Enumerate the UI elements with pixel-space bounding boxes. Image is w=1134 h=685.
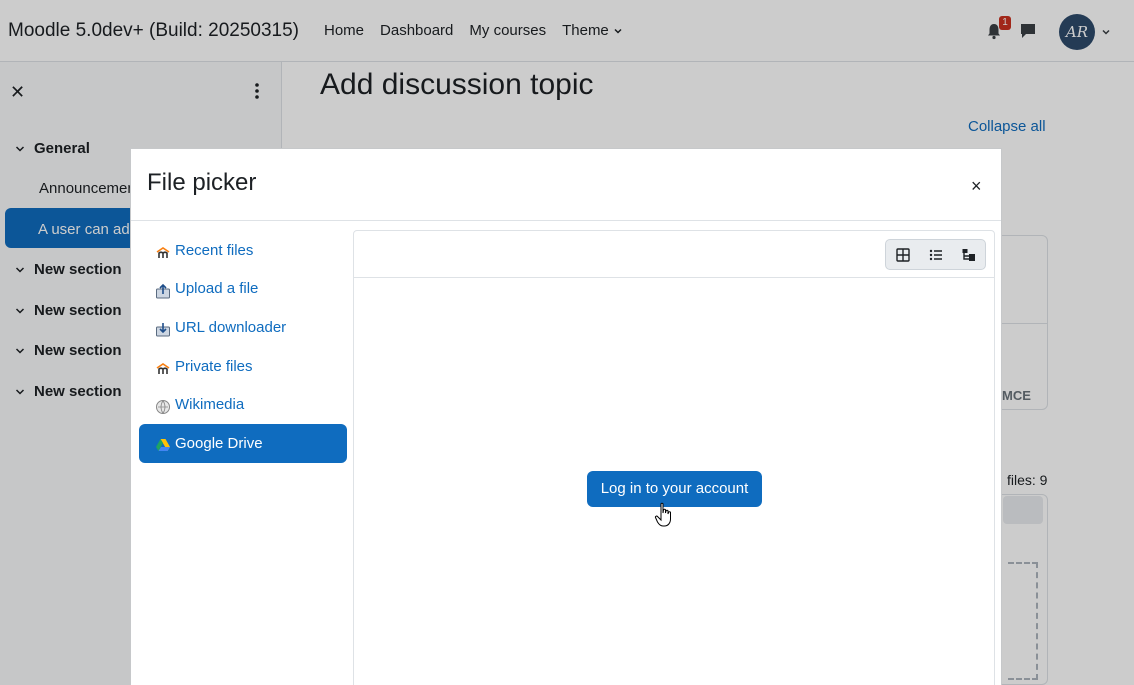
repo-label: Wikimedia — [175, 396, 245, 414]
repo-label: Private files — [175, 357, 253, 375]
icons-view-button[interactable] — [886, 240, 919, 269]
repo-recent-files[interactable]: Recent files — [139, 231, 347, 270]
upload-icon — [156, 283, 170, 299]
file-picker-content: Log in to your account — [353, 230, 995, 685]
list-view-button[interactable] — [919, 240, 952, 269]
repo-wikimedia[interactable]: Wikimedia — [139, 385, 347, 424]
tree-view-icon — [962, 248, 975, 261]
wikimedia-icon — [156, 399, 170, 414]
repo-label: Recent files — [175, 241, 254, 259]
repo-private-files[interactable]: Private files — [139, 347, 347, 386]
repo-upload-file[interactable]: Upload a file — [139, 270, 347, 309]
repo-google-drive[interactable]: Google Drive — [139, 423, 347, 463]
repo-label: Upload a file — [175, 280, 259, 298]
url-download-icon — [156, 323, 170, 337]
moodle-icon — [156, 247, 170, 259]
view-mode-toggle — [885, 239, 986, 270]
login-button[interactable]: Log in to your account — [587, 471, 762, 507]
file-picker-toolbar — [354, 231, 994, 278]
tree-view-button[interactable] — [952, 240, 985, 269]
close-icon[interactable]: × — [971, 177, 982, 195]
file-picker-dialog: File picker × Recent files Upload a file… — [130, 148, 1002, 685]
repo-label: URL downloader — [175, 318, 287, 336]
google-drive-icon — [156, 439, 170, 452]
hand-cursor-icon — [654, 502, 671, 527]
moodle-icon — [156, 363, 170, 375]
repo-label: Google Drive — [175, 434, 263, 452]
repo-url-downloader[interactable]: URL downloader — [139, 308, 347, 347]
modal-title: File picker — [147, 169, 257, 196]
list-view-icon — [929, 249, 942, 260]
icons-view-icon — [895, 247, 910, 262]
repository-list: Recent files Upload a file URL downloade… — [139, 231, 347, 463]
modal-header: File picker × — [131, 149, 1001, 221]
